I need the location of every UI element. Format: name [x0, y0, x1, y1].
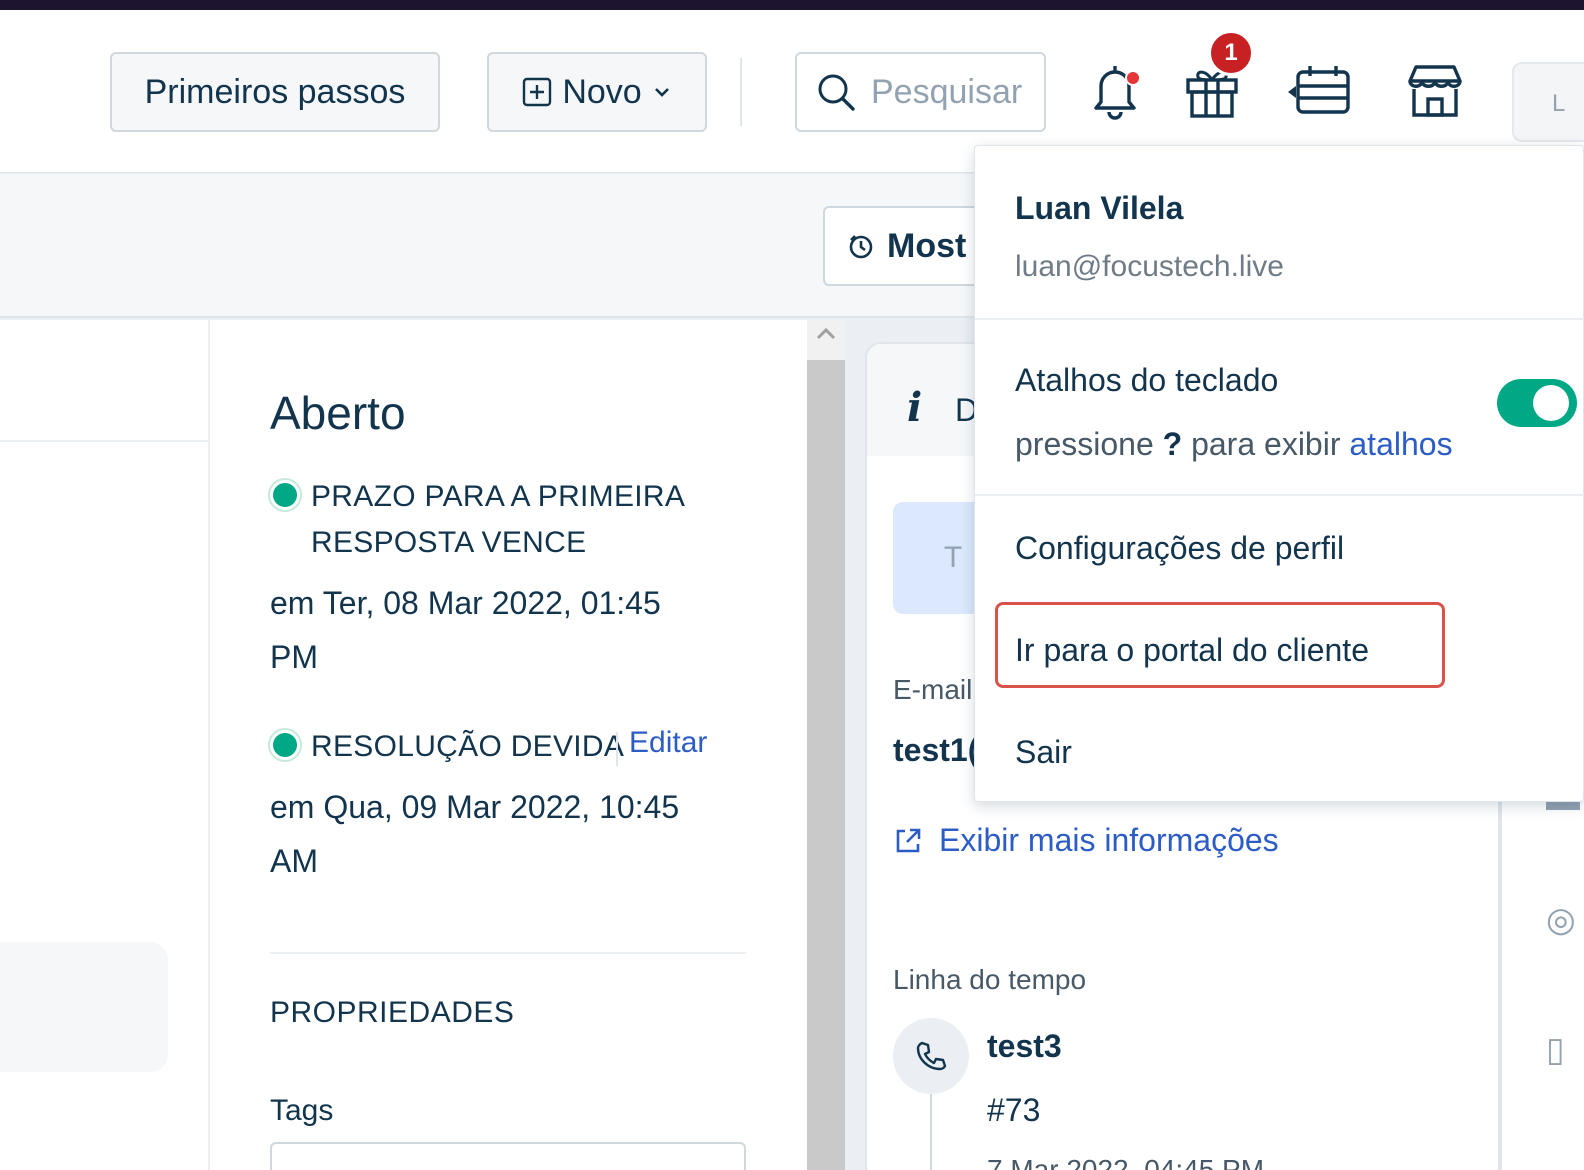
info-icon: i	[907, 384, 923, 431]
header-divider	[740, 58, 742, 126]
timeline-call-marker	[893, 1018, 969, 1094]
bell-icon	[1094, 66, 1136, 120]
scroll-up-icon[interactable]	[815, 326, 837, 342]
ticket-properties-panel: Aberto PRAZO PARA A PRIMEIRA RESPOSTA VE…	[210, 320, 807, 1170]
email-label: E-mail	[893, 674, 973, 705]
hint-key: ?	[1162, 426, 1183, 462]
marketplace-button[interactable]	[1400, 55, 1470, 125]
edit-sla-link[interactable]: Editar	[629, 726, 707, 760]
scrollbar[interactable]	[807, 320, 845, 1170]
sla-first-response-label-line1: PRAZO PARA A PRIMEIRA	[311, 480, 686, 513]
sla-divider	[616, 732, 618, 766]
sla-first-response-label-line2: RESPOSTA VENCE	[311, 526, 587, 559]
search-placeholder: Pesquisar	[871, 72, 1023, 111]
calendar-list-icon	[1288, 66, 1350, 114]
sla-first-response-time-line2: PM	[270, 639, 318, 675]
scrollbar-thumb[interactable]	[807, 360, 845, 1170]
timeline-line	[930, 1094, 932, 1170]
ticket-status: Aberto	[270, 387, 406, 439]
circle-icon[interactable]: ◎	[1546, 900, 1576, 940]
left-divider	[0, 440, 208, 442]
window-top-strip	[0, 0, 1584, 10]
toggle-knob	[1533, 385, 1569, 421]
view-more-info-link[interactable]: Exibir mais informações	[893, 822, 1279, 859]
keyboard-shortcuts-button[interactable]	[1285, 55, 1355, 125]
keyboard-shortcuts-toggle[interactable]	[1497, 379, 1577, 427]
menu-divider	[975, 494, 1584, 496]
search-box[interactable]: Pesquisar	[795, 52, 1046, 132]
tags-input[interactable]	[270, 1142, 746, 1170]
shortcuts-link[interactable]: atalhos	[1349, 426, 1452, 462]
plus-square-icon	[523, 77, 552, 107]
hint-middle: para exibir	[1191, 426, 1341, 462]
view-more-info-label: Exibir mais informações	[939, 822, 1279, 858]
sla-first-response-status-icon	[270, 480, 300, 510]
properties-divider	[270, 952, 746, 954]
gift-badge: 1	[1208, 30, 1254, 76]
tags-label: Tags	[270, 1094, 334, 1127]
email-value: test1(	[893, 732, 979, 768]
first-steps-button[interactable]: Primeiros passos	[110, 52, 440, 132]
sla-resolution-status-icon	[270, 730, 300, 760]
user-avatar-button[interactable]: L	[1512, 62, 1584, 142]
store-icon	[1408, 65, 1462, 117]
profile-menu: Luan Vilela luan@focustech.live Atalhos …	[974, 145, 1584, 802]
search-icon	[818, 74, 855, 111]
menu-divider	[975, 318, 1584, 320]
notifications-button[interactable]	[1080, 55, 1150, 125]
new-button[interactable]: Novo	[487, 52, 707, 132]
notification-dot	[1125, 70, 1141, 86]
customer-portal-item[interactable]: Ir para o portal do cliente	[1015, 632, 1369, 669]
sla-first-response-time-line1: em Ter, 08 Mar 2022, 01:45	[270, 585, 661, 621]
clock-icon	[849, 235, 873, 259]
first-steps-label: Primeiros passos	[144, 72, 406, 111]
sla-resolution-label: RESOLUÇÃO DEVIDA	[311, 730, 625, 763]
contact-avatar-initial: T	[943, 541, 963, 574]
chevron-down-icon	[654, 88, 669, 97]
timeline-item-date: 7 Mar 2022, 04:45 PM	[987, 1154, 1265, 1170]
profile-settings-item[interactable]: Configurações de perfil	[1015, 530, 1344, 567]
phone-icon	[916, 1041, 947, 1071]
logout-item[interactable]: Sair	[1015, 734, 1072, 771]
profile-email: luan@focustech.live	[1015, 250, 1284, 283]
timeline-item-title[interactable]: test3	[987, 1028, 1062, 1065]
keyboard-shortcuts-hint: pressione ? para exibir atalhos	[1015, 426, 1453, 463]
new-label: Novo	[562, 72, 642, 111]
external-link-icon	[896, 828, 921, 852]
show-activity-label: Most	[887, 226, 967, 265]
keyboard-shortcuts-label: Atalhos do teclado	[1015, 362, 1279, 398]
sla-resolution-time-line2: AM	[270, 843, 318, 879]
timeline-label: Linha do tempo	[893, 964, 1087, 995]
hint-prefix: pressione	[1015, 426, 1154, 462]
timeline-item-id: #73	[987, 1092, 1041, 1128]
avatar-initial: L	[1552, 90, 1566, 117]
sla-resolution-time-line1: em Qua, 09 Mar 2022, 10:45	[270, 789, 680, 825]
conversation-box[interactable]	[0, 942, 168, 1072]
profile-name: Luan Vilela	[1015, 190, 1184, 226]
clipboard-icon[interactable]: ▯	[1546, 1030, 1565, 1070]
conversation-panel	[0, 320, 208, 1170]
properties-title: PROPRIEDADES	[270, 996, 515, 1029]
